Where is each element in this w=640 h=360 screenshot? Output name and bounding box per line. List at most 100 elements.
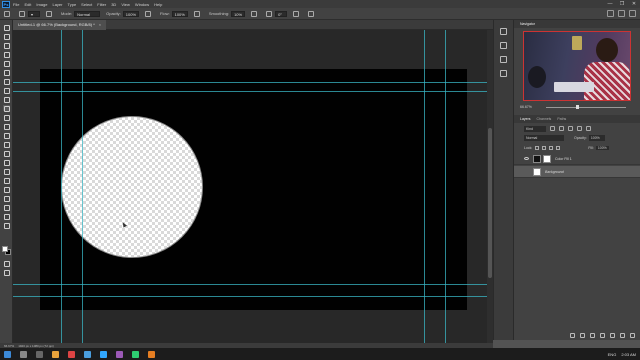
menu-window[interactable]: Window	[135, 2, 149, 7]
layer-row-background[interactable]: Background	[514, 166, 640, 178]
navigator-tab[interactable]: Navigator	[520, 22, 535, 26]
guide-horizontal[interactable]	[13, 82, 493, 83]
app-icon-orange[interactable]	[148, 350, 155, 358]
new-layer-icon[interactable]	[620, 332, 625, 338]
type-tool-icon[interactable]	[3, 177, 10, 184]
mode-select[interactable]: Normal	[74, 10, 101, 17]
screen-mode-icon[interactable]	[3, 269, 10, 276]
quick-mask-icon[interactable]	[3, 260, 10, 267]
crop-tool-icon[interactable]	[3, 69, 10, 76]
layer-style-icon[interactable]	[580, 332, 585, 338]
blur-tool-icon[interactable]	[3, 150, 10, 157]
tab-channels[interactable]: Channels	[537, 117, 552, 121]
app-icon-green[interactable]	[132, 350, 139, 358]
clock[interactable]: 2:03 AM	[621, 352, 636, 357]
new-group-icon[interactable]	[610, 332, 615, 338]
add-mask-icon[interactable]	[590, 332, 595, 338]
more-tools-icon[interactable]	[3, 222, 10, 229]
file-explorer-icon[interactable]	[52, 350, 59, 358]
layer-mask-thumbnail[interactable]	[543, 154, 551, 163]
menu-layer[interactable]: Layer	[52, 2, 62, 7]
stamp-tool-icon[interactable]	[3, 114, 10, 121]
tab-paths[interactable]: Paths	[557, 117, 566, 121]
document-tab[interactable]: Untitled-1 @ 66.7% (Background, RGB/8) *…	[13, 20, 107, 30]
hand-tool-icon[interactable]	[3, 204, 10, 211]
tool-preset-picker[interactable]	[4, 10, 13, 17]
layer-kind-select[interactable]: Kind	[524, 125, 546, 132]
dodge-tool-icon[interactable]	[3, 159, 10, 166]
menu-help[interactable]: Help	[154, 2, 162, 7]
search-icon[interactable]	[607, 10, 614, 17]
guide-horizontal[interactable]	[13, 284, 493, 285]
filter-pixel-icon[interactable]	[550, 126, 555, 131]
blend-mode-select[interactable]: Normal	[524, 134, 564, 141]
lock-paint-icon[interactable]	[542, 145, 547, 150]
tab-layers[interactable]: Layers	[520, 117, 531, 121]
lock-move-icon[interactable]	[549, 145, 554, 150]
filter-shape-icon[interactable]	[577, 126, 582, 131]
pressure-opacity-toggle[interactable]	[145, 10, 154, 17]
filter-type-icon[interactable]	[568, 126, 573, 131]
trash-icon[interactable]	[630, 332, 635, 338]
eye-icon[interactable]	[524, 157, 529, 160]
canvas-workspace[interactable]	[13, 30, 493, 343]
zoom-status[interactable]: 66.67%	[4, 344, 14, 348]
properties-icon[interactable]	[500, 42, 507, 49]
menu-file[interactable]: File	[13, 2, 19, 7]
lock-all-icon[interactable]	[556, 145, 561, 150]
minimize-button[interactable]: —	[606, 1, 614, 7]
task-view-icon[interactable]	[36, 350, 43, 358]
quick-select-tool-icon[interactable]	[3, 60, 10, 67]
gradient-tool-icon[interactable]	[3, 141, 10, 148]
app-icon-red[interactable]	[68, 350, 75, 358]
brush-preset-picker[interactable]: ▾	[19, 10, 40, 17]
premiere-taskbar-icon[interactable]	[116, 350, 123, 358]
photoshop-logo-icon[interactable]: Ps	[2, 0, 10, 8]
airbrush-toggle[interactable]	[193, 10, 203, 17]
menu-view[interactable]: View	[121, 2, 130, 7]
layer-opacity-field[interactable]: 100%	[588, 134, 605, 141]
filter-adjustment-icon[interactable]	[559, 126, 564, 131]
maximize-button[interactable]: ❐	[618, 1, 626, 7]
menu-select[interactable]: Select	[81, 2, 92, 7]
scrollbar-thumb[interactable]	[488, 128, 492, 278]
search-taskbar-icon[interactable]	[20, 350, 27, 358]
fill-field[interactable]: 100%	[595, 145, 609, 150]
artboard-tool-icon[interactable]	[3, 33, 10, 40]
close-icon[interactable]: ×	[99, 22, 101, 27]
workspace-icon[interactable]	[618, 10, 625, 17]
history-icon[interactable]	[500, 28, 507, 35]
zoom-tool-icon[interactable]	[3, 213, 10, 220]
pressure-size-toggle[interactable]	[293, 10, 302, 17]
guide-horizontal[interactable]	[13, 91, 493, 92]
share-icon[interactable]	[629, 10, 636, 17]
healing-tool-icon[interactable]	[3, 96, 10, 103]
eyedropper-tool-icon[interactable]	[3, 87, 10, 94]
navigator-zoom-value[interactable]: 66.67%	[520, 105, 532, 109]
brush-size-field[interactable]: ▾	[28, 10, 40, 17]
pen-tool-icon[interactable]	[3, 168, 10, 175]
brush-panel-toggle[interactable]	[46, 10, 55, 17]
layer-row-color-fill[interactable]: Color Fill 1	[514, 153, 640, 165]
symmetry-toggle[interactable]	[308, 10, 317, 17]
menu-image[interactable]: Image	[36, 2, 47, 7]
guide-horizontal[interactable]	[13, 296, 493, 297]
menu-type[interactable]: Type	[68, 2, 77, 7]
browser-icon[interactable]	[84, 350, 91, 358]
adjustments-icon[interactable]	[500, 56, 507, 63]
close-button[interactable]: ✕	[630, 1, 638, 7]
document-canvas[interactable]	[40, 69, 467, 310]
filter-smart-icon[interactable]	[586, 126, 591, 131]
marquee-tool-icon[interactable]	[3, 42, 10, 49]
path-select-tool-icon[interactable]	[3, 186, 10, 193]
link-layers-icon[interactable]	[570, 332, 575, 338]
opacity-field[interactable]: 100%	[122, 10, 140, 17]
new-adjustment-icon[interactable]	[600, 332, 605, 338]
lock-pixels-icon[interactable]	[535, 145, 540, 150]
libraries-icon[interactable]	[500, 70, 507, 77]
start-icon[interactable]	[4, 350, 11, 358]
foreground-color-swatch[interactable]	[2, 246, 8, 252]
lasso-tool-icon[interactable]	[3, 51, 10, 58]
move-tool-icon[interactable]	[3, 24, 10, 31]
history-brush-tool-icon[interactable]	[3, 123, 10, 130]
